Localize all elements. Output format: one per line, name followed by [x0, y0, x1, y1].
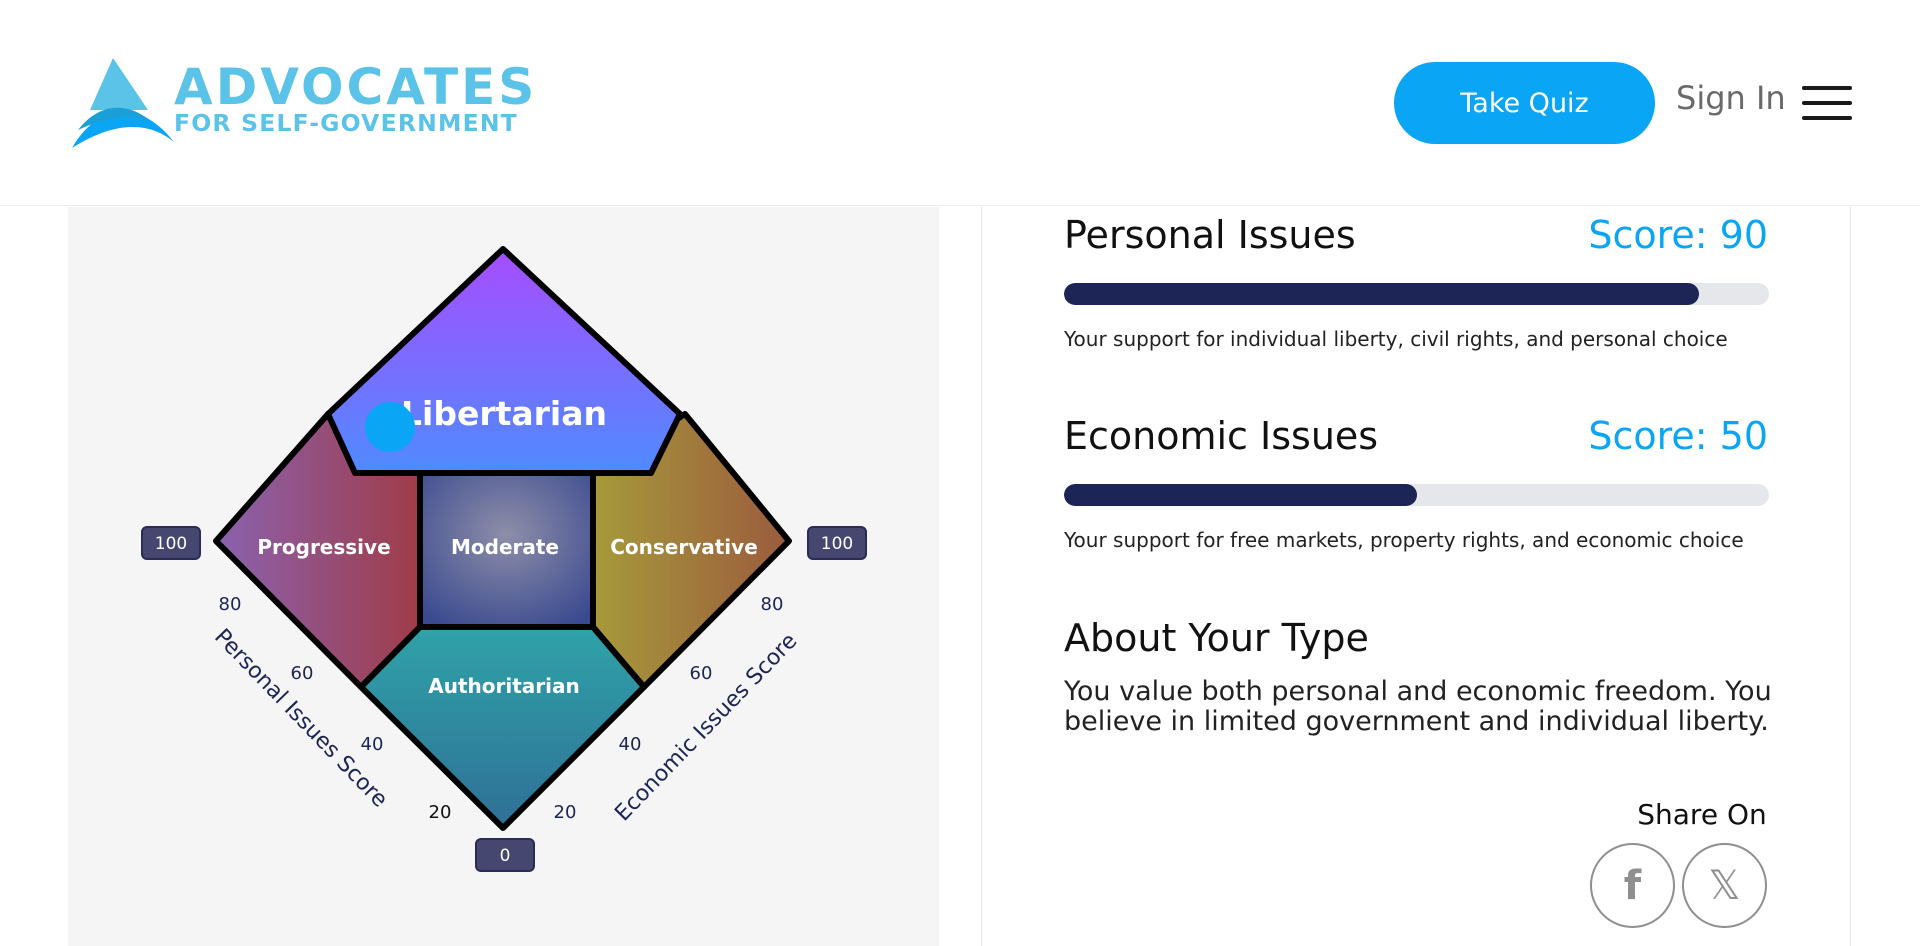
share-label: Share On: [1637, 798, 1767, 831]
authoritarian-region: [358, 624, 647, 831]
personal-issues-score: Score: 90: [1588, 213, 1768, 257]
personal-issues-bar: [1064, 283, 1769, 305]
political-chart: Libertarian Progressive Moderate Conserv…: [141, 246, 867, 872]
personal-issues-bar-fill: [1064, 283, 1699, 305]
right-top-badge: 100: [807, 526, 867, 560]
x-share-button[interactable]: 𝕏: [1682, 843, 1767, 928]
about-type-text: You value both personal and economic fre…: [1064, 676, 1772, 738]
libertarian-label: Libertarian: [401, 394, 607, 433]
svg-text:100: 100: [155, 534, 187, 554]
x-icon: 𝕏: [1708, 862, 1741, 909]
right-tick-20: 20: [554, 802, 577, 823]
site-logo[interactable]: ADVOCATES FOR SELF-GOVERNMENT: [68, 56, 538, 150]
hamburger-icon[interactable]: [1802, 86, 1852, 120]
economic-issues-bar: [1064, 484, 1769, 506]
take-quiz-button[interactable]: Take Quiz: [1394, 62, 1655, 144]
moderate-label: Moderate: [451, 535, 559, 559]
left-tick-60: 60: [291, 663, 314, 684]
logo-mark-icon: [72, 58, 174, 148]
facebook-share-button[interactable]: f: [1590, 843, 1675, 928]
about-type-title: About Your Type: [1064, 616, 1369, 660]
economic-issues-score: Score: 50: [1588, 414, 1768, 458]
authoritarian-label: Authoritarian: [428, 674, 579, 698]
site-header: ADVOCATES FOR SELF-GOVERNMENT Take Quiz …: [0, 0, 1920, 206]
left-top-badge: 100: [141, 526, 201, 560]
economic-issues-title: Economic Issues: [1064, 414, 1379, 458]
logo-title: ADVOCATES: [174, 58, 538, 116]
economic-issues-bar-fill: [1064, 484, 1417, 506]
right-tick-60: 60: [690, 663, 713, 684]
progressive-label: Progressive: [257, 535, 390, 559]
sign-in-link[interactable]: Sign In: [1676, 82, 1786, 114]
svg-text:100: 100: [821, 534, 853, 554]
svg-text:0: 0: [500, 846, 511, 866]
left-tick-80: 80: [219, 594, 242, 615]
result-marker: [365, 402, 415, 452]
political-chart-panel: Libertarian Progressive Moderate Conserv…: [68, 207, 939, 946]
results-panel: Personal Issues Score: 90 Your support f…: [981, 207, 1851, 946]
personal-issues-title: Personal Issues: [1064, 213, 1356, 257]
logo-subtitle: FOR SELF-GOVERNMENT: [174, 109, 518, 137]
facebook-icon: f: [1623, 862, 1642, 909]
right-tick-40: 40: [619, 734, 642, 755]
left-tick-20: 20: [429, 802, 452, 823]
economic-issues-description: Your support for free markets, property …: [1064, 528, 1744, 552]
personal-issues-description: Your support for individual liberty, civ…: [1064, 327, 1728, 351]
right-tick-80: 80: [761, 594, 784, 615]
bottom-badge: 0: [475, 838, 535, 872]
conservative-label: Conservative: [610, 535, 758, 559]
left-tick-40: 40: [361, 734, 384, 755]
